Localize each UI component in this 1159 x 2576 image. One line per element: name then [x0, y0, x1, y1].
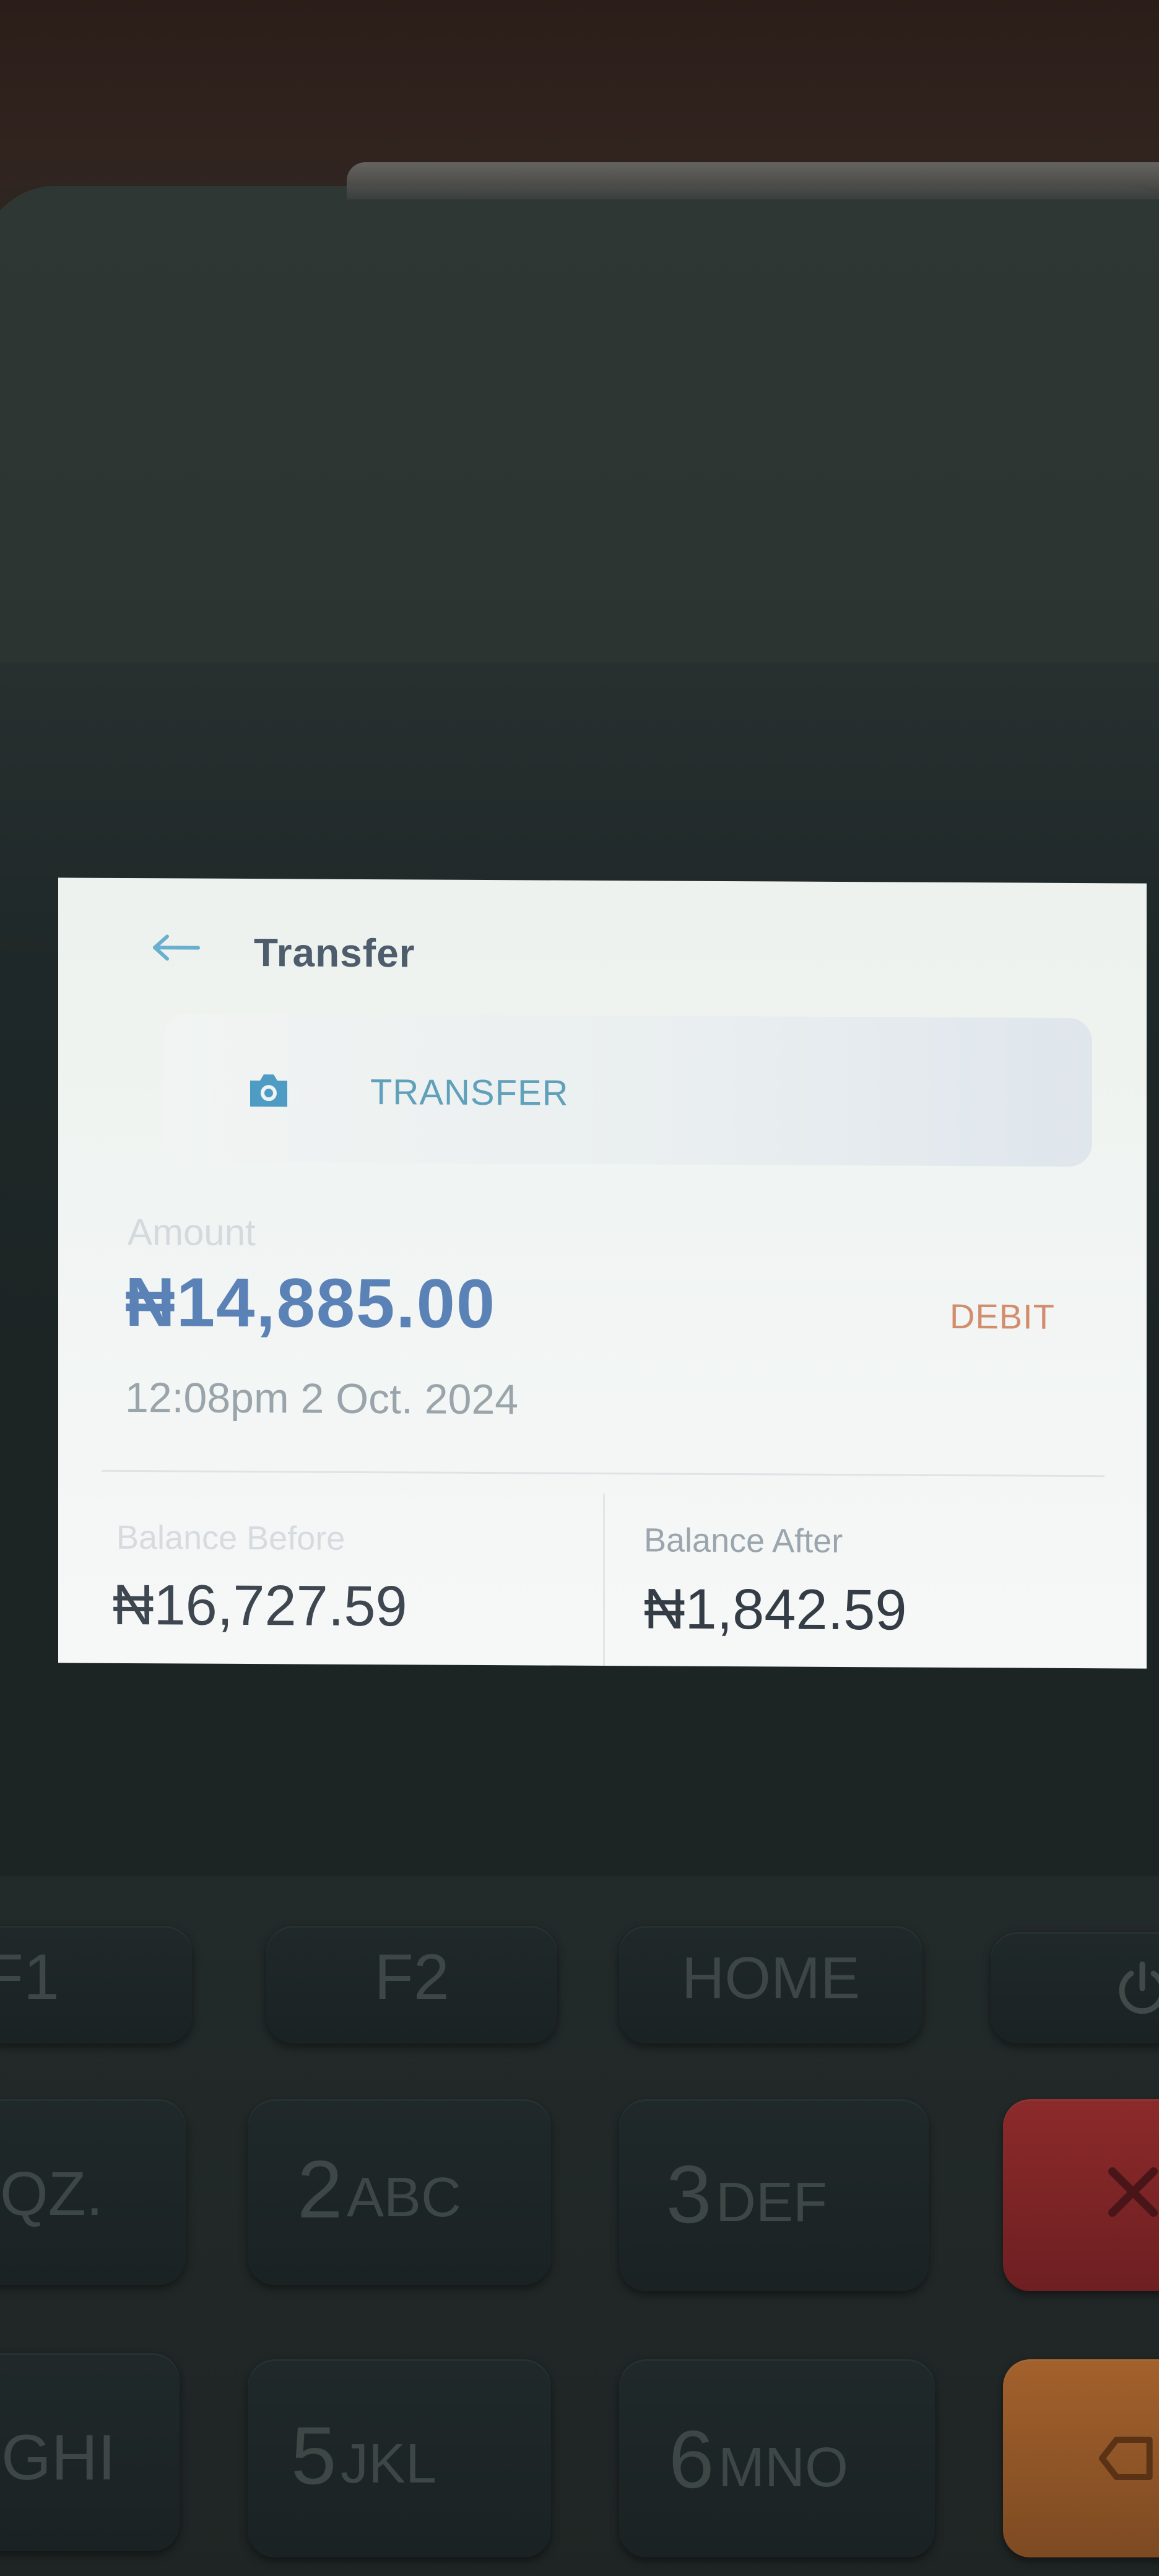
section-divider: [102, 1469, 1105, 1477]
key-2[interactable]: 2 ABC: [248, 2099, 551, 2285]
key-1-letters: QZ.: [0, 2159, 103, 2229]
photo-scene: Transfer TRANSFER Amount ₦14,885.00 DEBI…: [0, 0, 1159, 2576]
key-3-number: 3: [666, 2149, 712, 2240]
key-5[interactable]: 5 JKL: [248, 2359, 551, 2557]
key-2-number: 2: [297, 2144, 343, 2235]
balance-divider: [603, 1494, 605, 1668]
transaction-type-label: TRANSFER: [370, 1072, 569, 1113]
key-1[interactable]: QZ.: [0, 2099, 186, 2285]
close-icon: [1108, 2167, 1158, 2217]
key-5-number: 5: [291, 2410, 337, 2501]
power-key[interactable]: [991, 1932, 1159, 2043]
key-6[interactable]: 6 MNO: [619, 2359, 935, 2557]
home-key-label: HOME: [682, 1945, 860, 2011]
amount-label: Amount: [128, 1211, 256, 1254]
balance-before-label: Balance Before: [116, 1518, 345, 1557]
key-3[interactable]: 3 DEF: [619, 2099, 929, 2291]
clear-key[interactable]: [1003, 2359, 1159, 2557]
key-4-letters: GHI: [1, 2422, 116, 2494]
terminal-printer-rim: [347, 162, 1159, 199]
balance-before-value: ₦16,727.59: [113, 1573, 407, 1638]
balance-after-value: ₦1,842.59: [644, 1577, 907, 1642]
cancel-key[interactable]: [1003, 2099, 1159, 2291]
f1-key-label: F1: [0, 1941, 59, 2013]
f2-key-label: F2: [374, 1941, 449, 2013]
f2-key[interactable]: F2: [266, 1926, 557, 2043]
key-4[interactable]: GHI: [0, 2353, 180, 2551]
home-key[interactable]: HOME: [619, 1926, 922, 2043]
key-5-letters: JKL: [341, 2433, 437, 2495]
terminal-screen: Transfer TRANSFER Amount ₦14,885.00 DEBI…: [58, 877, 1147, 1669]
key-2-letters: ABC: [347, 2167, 462, 2229]
f1-key[interactable]: F1: [0, 1926, 192, 2043]
balance-after-label: Balance After: [644, 1521, 843, 1560]
transaction-type-card: TRANSFER: [163, 1013, 1092, 1167]
debit-badge: DEBIT: [950, 1296, 1055, 1336]
clear-icon: [1099, 2437, 1153, 2480]
app-header: Transfer: [58, 877, 1147, 994]
key-3-letters: DEF: [716, 2172, 827, 2234]
camera-icon: [250, 1074, 287, 1107]
power-icon: [1119, 1961, 1159, 2014]
key-6-number: 6: [669, 2414, 714, 2505]
page-title: Transfer: [254, 930, 415, 976]
key-6-letters: MNO: [718, 2437, 848, 2499]
transaction-timestamp: 12:08pm 2 Oct. 2024: [125, 1373, 519, 1424]
amount-value: ₦14,885.00: [125, 1263, 497, 1343]
arrow-left-icon[interactable]: [151, 934, 201, 961]
